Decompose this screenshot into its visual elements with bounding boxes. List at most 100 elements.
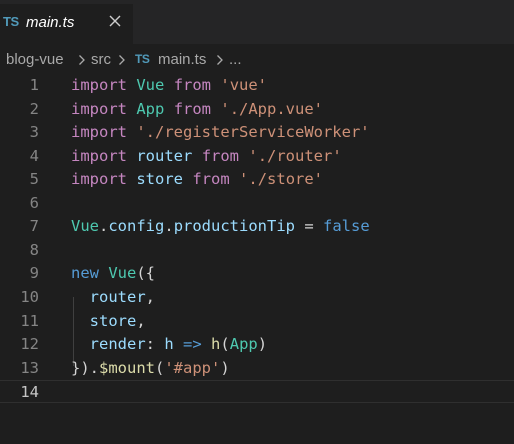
breadcrumb-item-folder-blog-vue[interactable]: blog-vue <box>6 51 64 68</box>
code-token: './App.vue' <box>220 99 324 118</box>
code-token: Vue <box>136 76 165 94</box>
code-text: import router from './router' <box>71 145 342 168</box>
tab-title: main.ts <box>26 14 75 31</box>
code-token: from <box>173 76 212 94</box>
close-icon[interactable] <box>107 13 123 29</box>
line-number: 10 <box>20 287 39 306</box>
code-token: from <box>173 99 212 118</box>
code-line[interactable]: 9 new Vue({ <box>0 262 514 285</box>
code-line[interactable]: 3 import './registerServiceWorker' <box>0 121 514 144</box>
code-token: ({ <box>136 264 156 283</box>
code-token: router <box>136 146 193 165</box>
code-text: import Vue from 'vue' <box>71 74 267 97</box>
code-token: '#app' <box>164 358 221 377</box>
line-number: 1 <box>29 76 39 94</box>
chevron-right-icon <box>79 55 85 65</box>
code-line[interactable]: 8 <box>0 239 514 262</box>
code-text: store, <box>71 310 146 333</box>
code-line[interactable]: 5 import store from './store' <box>0 168 514 191</box>
code-text: import App from './App.vue' <box>71 98 323 121</box>
code-text: router, <box>71 286 155 309</box>
code-text: import store from './store' <box>71 168 323 191</box>
code-line[interactable]: 10 router, <box>0 286 514 309</box>
code-token: = <box>295 217 324 236</box>
code-token: Vue <box>71 217 99 236</box>
code-text: new Vue({ <box>71 262 155 285</box>
code-token: ) <box>220 358 230 377</box>
code-line[interactable]: 13}).$mount('#app') <box>0 357 514 380</box>
line-number: 6 <box>29 193 39 212</box>
code-token: router <box>89 287 146 306</box>
chevron-right-icon <box>217 55 223 65</box>
code-text: import './registerServiceWorker' <box>71 121 370 144</box>
line-number: 4 <box>29 146 39 165</box>
line-number: 8 <box>29 240 39 259</box>
line-number: 9 <box>29 264 39 283</box>
line-number: 3 <box>29 123 39 142</box>
code-token: ( <box>155 358 165 377</box>
code-token: store <box>136 170 184 189</box>
code-token: $mount <box>99 358 155 377</box>
code-token: }). <box>71 358 99 377</box>
code-token: './registerServiceWorker' <box>136 123 370 142</box>
code-token: import <box>71 170 127 189</box>
code-line[interactable]: 6 <box>0 192 514 215</box>
code-token: . <box>99 217 109 236</box>
code-token: h <box>211 335 221 354</box>
code-token: ( <box>220 335 230 354</box>
code-line[interactable]: 14 <box>0 380 514 404</box>
code-token: ) <box>257 335 268 354</box>
code-token: => <box>183 335 202 354</box>
code-line[interactable]: 1 import Vue from 'vue' <box>0 74 514 97</box>
code-token: './router' <box>248 146 342 165</box>
code-token: : <box>145 335 165 354</box>
code-token: App <box>136 99 165 118</box>
code-token: . <box>164 217 174 236</box>
code-token: store <box>89 311 137 330</box>
code-line[interactable]: 2 import App from './App.vue' <box>0 98 514 121</box>
line-number: 11 <box>20 311 39 330</box>
breadcrumb-item-symbols[interactable]: ... <box>229 51 242 68</box>
code-token: config <box>108 217 165 236</box>
code-token: , <box>145 287 156 306</box>
code-line[interactable]: 12 render: h => h(App) <box>0 333 514 356</box>
breadcrumb-item-file-main-ts[interactable]: main.ts <box>158 51 206 68</box>
line-number: 2 <box>29 99 39 118</box>
code-line[interactable]: 7 Vue.config.productionTip = false <box>0 215 514 238</box>
tab-main-ts[interactable]: TS main.ts <box>0 4 133 44</box>
code-token: import <box>71 76 127 94</box>
code-text: Vue.config.productionTip = false <box>71 215 370 238</box>
code-token: import <box>71 123 127 142</box>
code-line[interactable]: 4 import router from './router' <box>0 145 514 168</box>
code-token: from <box>201 146 240 165</box>
code-token: new <box>71 264 99 283</box>
breadcrumb-item-folder-src[interactable]: src <box>91 51 111 68</box>
code-editor[interactable]: 1 import Vue from 'vue' 2 import App from '… <box>0 74 514 444</box>
code-token: import <box>71 99 127 118</box>
code-line[interactable]: 11 store, <box>0 310 514 333</box>
code-token: , <box>136 311 146 330</box>
line-number: 13 <box>20 358 39 377</box>
line-number: 14 <box>20 383 39 402</box>
code-token: './store' <box>239 170 324 189</box>
code-token: h <box>164 335 174 354</box>
code-token: render <box>89 335 146 354</box>
line-number: 12 <box>20 335 39 354</box>
typescript-file-icon: TS <box>3 14 19 29</box>
line-number: 7 <box>29 217 39 236</box>
code-token: Vue <box>108 264 137 283</box>
